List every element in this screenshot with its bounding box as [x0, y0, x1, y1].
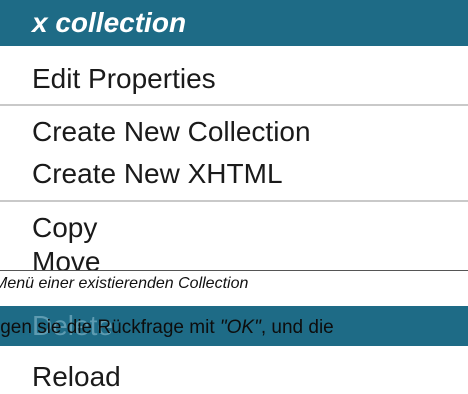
menu-title: x collection	[0, 0, 468, 46]
figure-caption: Menü einer existierenden Collection	[0, 270, 468, 296]
caption-text: Menü einer existierenden Collection	[0, 275, 249, 292]
sentence-ok: "OK"	[219, 317, 261, 338]
menu-item-copy[interactable]: Copy	[32, 211, 97, 245]
menu-item-refresh[interactable]: Reload	[32, 360, 121, 394]
menu-divider	[0, 104, 468, 106]
context-menu: x collection Edit Properties Create New …	[0, 0, 468, 392]
overlay-sentence: igen sie die Rückfrage mit "OK", und die	[0, 316, 334, 340]
menu-item-edit-properties[interactable]: Edit Properties	[32, 62, 216, 96]
menu-item-delete-highlighted[interactable]: Delete igen sie die Rückfrage mit "OK", …	[0, 306, 468, 346]
menu-item-create-collection[interactable]: Create New Collection	[32, 115, 311, 149]
menu-item-create-xhtml[interactable]: Create New XHTML	[32, 157, 283, 191]
sentence-part2: , und die	[260, 317, 334, 338]
sentence-part1: igen sie die Rückfrage mit	[0, 317, 220, 338]
menu-divider	[0, 200, 468, 202]
